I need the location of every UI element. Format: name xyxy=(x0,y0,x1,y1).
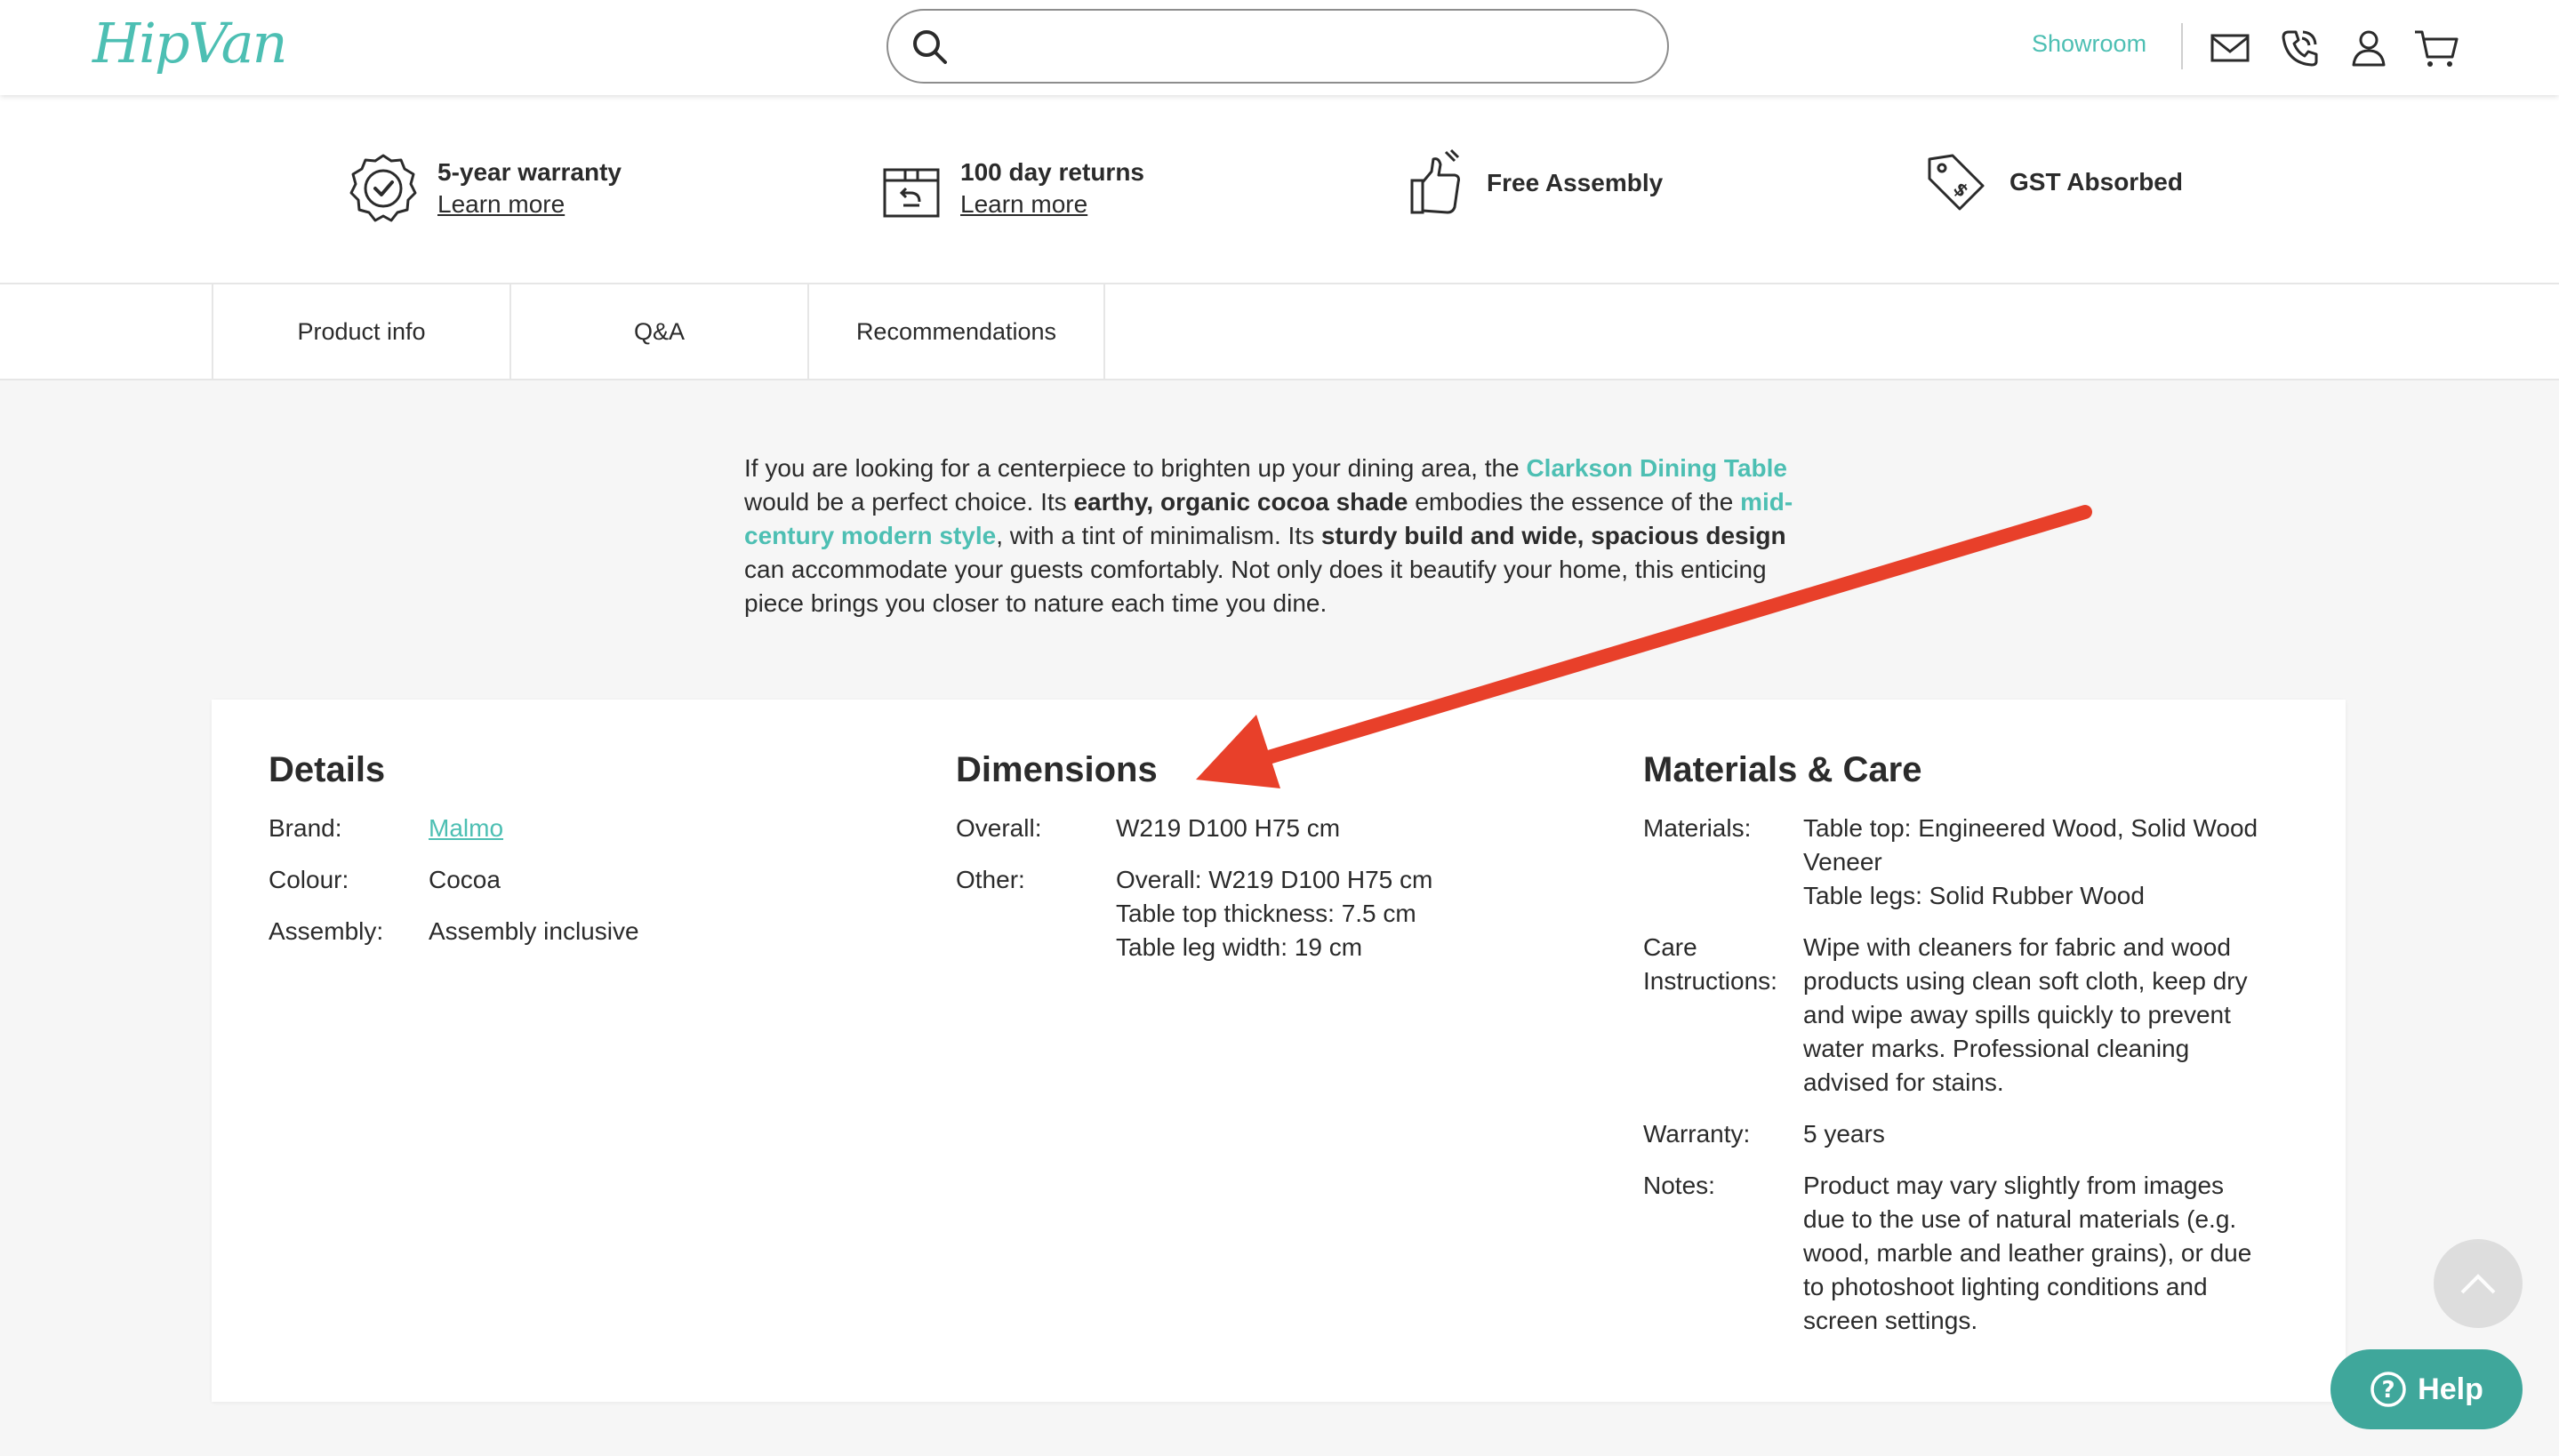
product-description: If you are looking for a centerpiece to … xyxy=(744,452,1820,620)
description-bold: sturdy build and wide, spacious design xyxy=(1320,522,1786,549)
overall-row: Overall: W219 D100 H75 cm xyxy=(956,812,1578,845)
assembly-value: Assembly inclusive xyxy=(429,917,639,945)
assembly-row: Assembly: Assembly inclusive xyxy=(269,915,891,948)
warranty-row: Warranty: 5 years xyxy=(1643,1117,2319,1151)
thumbs-up-tool-icon xyxy=(1410,148,1460,214)
other-line: Overall: W219 D100 H75 cm xyxy=(1116,866,1433,893)
care-line: and wipe away spills quickly to prevent xyxy=(1803,1001,2231,1028)
brand-link[interactable]: Malmo xyxy=(429,814,503,842)
search-icon xyxy=(913,30,947,64)
description-text: would be a perfect choice. Its xyxy=(744,488,1074,516)
description-text: If you are looking for a centerpiece to … xyxy=(744,454,1527,482)
product-link[interactable]: Clarkson Dining Table xyxy=(1526,454,1787,482)
returns-box-icon xyxy=(883,168,940,218)
help-label: Help xyxy=(2418,1372,2483,1406)
care-line: Wipe with cleaners for fabric and wood xyxy=(1803,933,2231,961)
header-divider xyxy=(2181,23,2183,69)
specs-card: Details Brand: Malmo Colour: Cocoa Assem… xyxy=(212,700,2346,1402)
materials-column: Materials & Care Materials: Table top: E… xyxy=(1643,750,2319,1356)
perk-title: 5-year warranty xyxy=(437,158,622,186)
warranty-value: 5 years xyxy=(1803,1120,1885,1148)
overall-label: Overall: xyxy=(956,814,1042,842)
materials-heading: Materials & Care xyxy=(1643,750,1922,789)
tab-product-info[interactable]: Product info xyxy=(212,284,509,379)
tab-recommendations[interactable]: Recommendations xyxy=(807,284,1105,379)
notes-line: wood, marble and leather grains), or due xyxy=(1803,1239,2252,1267)
phone-icon[interactable] xyxy=(2278,27,2321,69)
perk-assembly: Free Assembly xyxy=(1407,148,1663,218)
details-heading: Details xyxy=(269,750,386,789)
description-bold: earthy, organic cocoa shade xyxy=(1073,488,1408,516)
user-icon[interactable] xyxy=(2347,27,2390,69)
showroom-link[interactable]: Showroom xyxy=(2032,30,2146,58)
materials-label: Materials: xyxy=(1643,814,1752,842)
perk-title: 100 day returns xyxy=(960,158,1144,186)
search-input[interactable] xyxy=(886,9,1669,84)
care-line: advised for stains. xyxy=(1803,1068,2004,1096)
learn-more-link[interactable]: Learn more xyxy=(960,190,1144,219)
other-line: Table leg width: 19 cm xyxy=(1116,933,1363,961)
notes-label: Notes: xyxy=(1643,1172,1715,1199)
notes-line: screen settings. xyxy=(1803,1307,1978,1334)
warranty-label: Warranty: xyxy=(1643,1120,1751,1148)
materials-line: Veneer xyxy=(1803,848,1882,876)
brand-label: Brand: xyxy=(269,814,342,842)
svg-text:?: ? xyxy=(2382,1377,2395,1404)
help-button[interactable]: ? Help xyxy=(2330,1349,2523,1429)
scroll-to-top-button[interactable] xyxy=(2434,1239,2523,1328)
other-line: Table top thickness: 7.5 cm xyxy=(1116,900,1416,927)
dimensions-heading: Dimensions xyxy=(956,750,1158,789)
warranty-badge-icon xyxy=(349,154,417,222)
perk-returns: 100 day returns Learn more xyxy=(880,150,1144,227)
care-label: Instructions: xyxy=(1643,967,1777,995)
perk-gst: $ GST Absorbed xyxy=(1924,150,2183,214)
description-text: embodies the essence of the xyxy=(1408,488,1741,516)
hipvan-logo[interactable]: HipVan xyxy=(92,11,288,76)
tab-qa[interactable]: Q&A xyxy=(509,284,807,379)
dimensions-column: Dimensions Overall: W219 D100 H75 cm Oth… xyxy=(956,750,1578,982)
materials-line: Table top: Engineered Wood, Solid Wood xyxy=(1803,814,2258,842)
perk-warranty: 5-year warranty Learn more xyxy=(345,150,622,227)
colour-value: Cocoa xyxy=(429,866,501,893)
perk-title: Free Assembly xyxy=(1487,169,1664,196)
colour-row: Colour: Cocoa xyxy=(269,863,891,897)
details-column: Details Brand: Malmo Colour: Cocoa Assem… xyxy=(269,750,891,966)
care-label: Care xyxy=(1643,933,1697,961)
notes-line: Product may vary slightly from images xyxy=(1803,1172,2225,1199)
brand-row: Brand: Malmo xyxy=(269,812,891,845)
care-line: water marks. Professional cleaning xyxy=(1803,1035,2190,1062)
price-tag-icon: $ xyxy=(1928,154,1985,211)
notes-line: due to the use of natural materials (e.g… xyxy=(1803,1205,2237,1233)
product-tabs: Product info Q&A Recommendations xyxy=(0,283,2559,380)
notes-line: to photoshoot lighting conditions and xyxy=(1803,1273,2208,1300)
other-row: Other: Overall: W219 D100 H75 cm Table t… xyxy=(956,863,1578,964)
site-header: HipVan Showroom xyxy=(0,0,2559,95)
care-row: Care Instructions: Wipe with cleaners fo… xyxy=(1643,931,2319,1100)
perks-bar: 5-year warranty Learn more 100 day retur… xyxy=(0,95,2559,283)
notes-row: Notes: Product may vary slightly from im… xyxy=(1643,1169,2319,1338)
other-label: Other: xyxy=(956,866,1025,893)
materials-line: Table legs: Solid Rubber Wood xyxy=(1803,882,2145,909)
learn-more-link[interactable]: Learn more xyxy=(437,190,622,219)
help-question-icon: ? xyxy=(2370,1372,2406,1407)
mail-icon[interactable] xyxy=(2209,27,2251,69)
care-line: products using clean soft cloth, keep dr… xyxy=(1803,967,2248,995)
cart-icon[interactable] xyxy=(2413,27,2459,69)
perk-title: GST Absorbed xyxy=(2009,168,2183,196)
materials-row: Materials: Table top: Engineered Wood, S… xyxy=(1643,812,2319,913)
chevron-up-icon xyxy=(2460,1274,2496,1294)
colour-label: Colour: xyxy=(269,866,349,893)
description-text: can accommodate your guests comfortably.… xyxy=(744,556,1767,617)
assembly-label: Assembly: xyxy=(269,917,384,945)
overall-value: W219 D100 H75 cm xyxy=(1116,814,1341,842)
description-text: , with a tint of minimalism. Its xyxy=(996,522,1321,549)
